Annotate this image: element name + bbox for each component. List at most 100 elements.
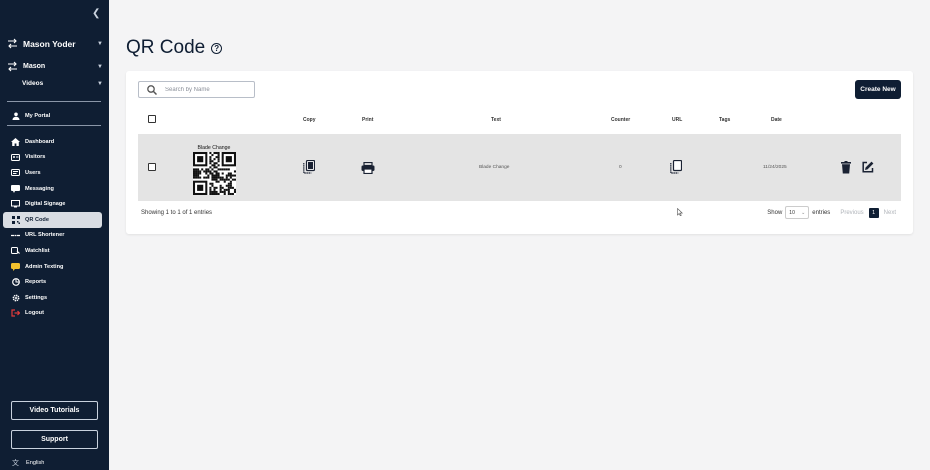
search-input[interactable] <box>165 86 245 93</box>
row-text: Blade Change <box>479 165 510 170</box>
sidebar-item-label: Visitors <box>25 154 46 161</box>
home-icon <box>11 137 20 146</box>
sidebar-item-digital-signage[interactable]: Digital Signage <box>3 196 102 212</box>
sidebar-item-visitors[interactable]: Visitors <box>3 150 102 166</box>
sidebar-item-label: Users <box>25 169 41 176</box>
sidebar-item-reports[interactable]: Reports <box>3 274 102 290</box>
user-name: Mason Yoder <box>23 38 76 49</box>
page-size-select[interactable]: 10 ⌄ <box>785 206 810 219</box>
person-icon <box>11 111 20 120</box>
location-selector[interactable]: Mason ▼ <box>7 61 103 72</box>
visitors-icon <box>11 153 20 162</box>
sidebar-item-label: Watchlist <box>25 247 50 254</box>
search-box[interactable] <box>138 81 255 98</box>
sidebar-item-label: Reports <box>25 279 47 286</box>
entries-info: Showing 1 to 1 of 1 entries <box>141 210 213 216</box>
sidebar-item-url-shortener[interactable]: URL Shortener <box>3 228 102 244</box>
column-header-copy[interactable]: Copy <box>303 117 316 123</box>
sidebar-item-label: Messaging <box>25 185 54 192</box>
translate-icon: 文 <box>12 460 19 467</box>
mouse-cursor-icon <box>677 208 683 216</box>
sidebar-nav: Dashboard Visitors Users Messaging Digit… <box>3 134 102 321</box>
sidebar-item-label: Dashboard <box>25 138 55 145</box>
users-icon <box>11 168 20 177</box>
module-name: Videos <box>22 80 44 87</box>
watchlist-icon <box>11 246 20 255</box>
show-label: Show <box>767 209 783 216</box>
divider <box>7 125 101 126</box>
row-counter: 0 <box>619 165 622 170</box>
link-icon <box>11 231 20 240</box>
monitor-icon <box>11 200 20 209</box>
column-header-counter[interactable]: Counter <box>611 117 630 123</box>
video-tutorials-button[interactable]: Video Tutorials <box>11 401 98 420</box>
sidebar-item-label: Admin Texting <box>25 263 64 270</box>
copy-url-icon[interactable] <box>670 160 682 174</box>
create-new-button[interactable]: Create New <box>855 80 901 99</box>
delete-icon[interactable] <box>841 161 851 174</box>
language-label: English <box>26 460 45 466</box>
support-button[interactable]: Support <box>11 430 98 449</box>
sidebar-item-label: QR Code <box>25 216 49 223</box>
edit-icon[interactable] <box>862 161 874 173</box>
qr-code-image[interactable] <box>193 152 236 195</box>
column-header-text[interactable]: Text <box>491 117 501 123</box>
switch-icon <box>7 38 18 49</box>
qr-label: Blade Change <box>197 145 231 151</box>
logout-icon <box>11 309 20 318</box>
language-selector[interactable]: 文 English <box>12 458 44 468</box>
help-icon[interactable]: ? <box>211 42 223 54</box>
chevron-down-icon: ⌄ <box>801 209 806 216</box>
chevron-down-icon: ▼ <box>97 40 103 47</box>
sidebar-item-messaging[interactable]: Messaging <box>3 181 102 197</box>
sidebar-item-settings[interactable]: Settings <box>3 290 102 306</box>
user-selector[interactable]: Mason Yoder ▼ <box>7 38 103 49</box>
qr-icon <box>11 215 20 224</box>
sidebar-item-label: My Portal <box>25 112 51 119</box>
sidebar-item-label: URL Shortener <box>25 232 65 239</box>
select-all-checkbox[interactable] <box>148 115 156 123</box>
sidebar-item-logout[interactable]: Logout <box>3 306 102 322</box>
chevron-down-icon: ▼ <box>97 63 103 70</box>
sidebar-item-my-portal[interactable]: My Portal <box>3 108 102 124</box>
location-name: Mason <box>23 63 46 70</box>
pagination: Show 10 ⌄ entries Previous 1 Next <box>767 206 901 219</box>
page-title-text: QR Code <box>126 37 206 58</box>
column-header-date[interactable]: Date <box>771 117 782 123</box>
previous-page-button[interactable]: Previous <box>840 210 863 216</box>
gear-icon <box>11 293 20 302</box>
entries-label: entries <box>812 209 831 216</box>
sidebar-item-qr-code[interactable]: QR Code <box>3 211 102 228</box>
print-icon[interactable] <box>361 162 375 174</box>
sidebar-item-dashboard[interactable]: Dashboard <box>3 134 102 150</box>
column-header-tags[interactable]: Tags <box>719 117 730 123</box>
row-checkbox[interactable] <box>148 163 156 171</box>
sidebar-item-users[interactable]: Users <box>3 165 102 181</box>
sidebar: ❮ Mason Yoder ▼ Mason ▼ Videos ▼ My Port… <box>0 0 109 470</box>
chevron-down-icon: ▼ <box>97 80 103 87</box>
table-row: Blade Change Blade Change 0 11/24/2025 <box>138 134 901 201</box>
module-selector[interactable]: Videos ▼ <box>22 80 103 87</box>
page-1-button[interactable]: 1 <box>868 207 879 218</box>
column-header-print[interactable]: Print <box>362 117 373 123</box>
sidebar-item-watchlist[interactable]: Watchlist <box>3 243 102 259</box>
sidebar-item-label: Logout <box>25 310 44 317</box>
sidebar-item-label: Settings <box>25 294 48 301</box>
table-header: Copy Print Text Counter URL Tags Date <box>138 111 901 129</box>
switch-icon <box>7 61 18 72</box>
sidebar-item-label: Digital Signage <box>25 201 66 208</box>
chat-icon <box>11 262 20 271</box>
page-title: QR Code ? <box>126 37 223 59</box>
divider <box>7 101 101 102</box>
qr-table-card: Create New Copy Print Text Counter URL T… <box>126 71 913 234</box>
column-header-url[interactable]: URL <box>672 117 682 123</box>
next-page-button[interactable]: Next <box>884 210 896 216</box>
page-size-value: 10 <box>789 209 795 216</box>
search-icon <box>147 84 157 95</box>
row-date: 11/24/2025 <box>763 165 787 170</box>
reports-icon <box>11 278 20 287</box>
messaging-icon <box>11 184 20 193</box>
collapse-sidebar-icon[interactable]: ❮ <box>92 8 100 19</box>
sidebar-item-admin-texting[interactable]: Admin Texting <box>3 259 102 275</box>
copy-icon[interactable] <box>303 160 315 174</box>
